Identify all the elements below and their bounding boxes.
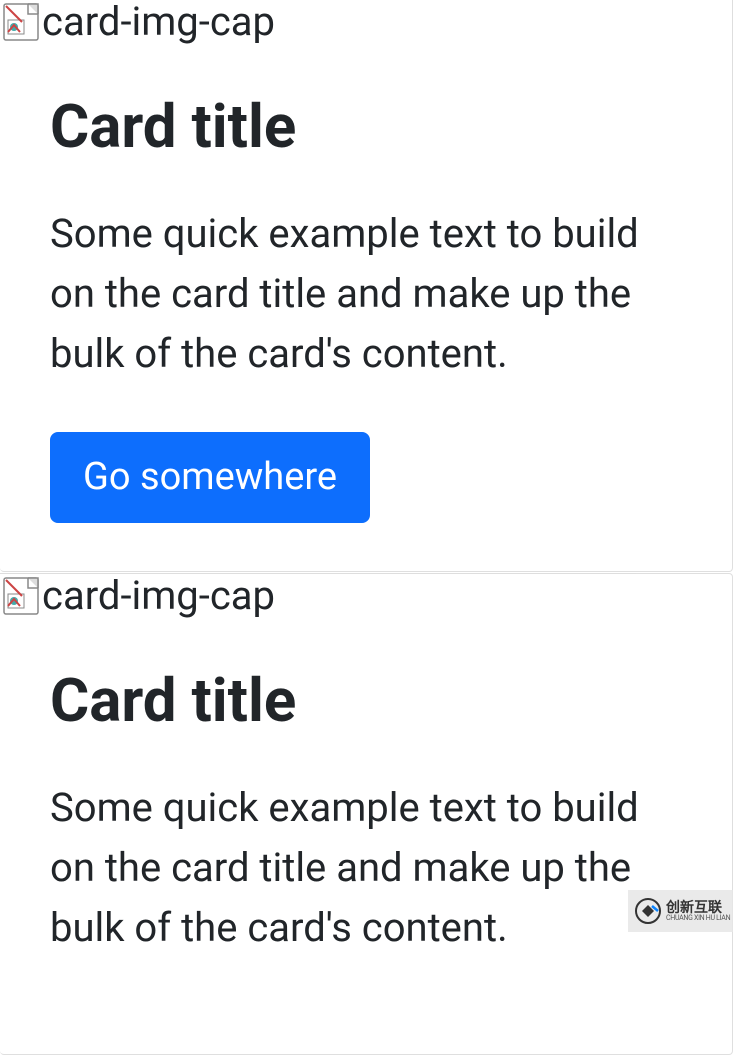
watermark-text-cn: 创新互联: [666, 901, 730, 915]
go-somewhere-button[interactable]: Go somewhere: [50, 432, 370, 523]
card-title: Card title: [50, 94, 682, 160]
card-title: Card title: [50, 668, 682, 734]
broken-image-icon: [2, 576, 40, 616]
card-image-broken: card-img-cap: [0, 0, 732, 46]
card-image-alt-text: card-img-cap: [42, 576, 275, 616]
card-body: Card title Some quick example text to bu…: [0, 620, 732, 1054]
watermark: 创新互联 CHUANG XIN HU LIAN: [628, 890, 733, 932]
card: card-img-cap Card title Some quick examp…: [0, 573, 733, 1055]
broken-image-icon: [2, 2, 40, 42]
card-image-alt-text: card-img-cap: [42, 2, 275, 42]
card-body: Card title Some quick example text to bu…: [0, 46, 732, 571]
watermark-text-en: CHUANG XIN HU LIAN: [666, 915, 730, 922]
watermark-logo-icon: [634, 897, 662, 925]
card-image-broken: card-img-cap: [0, 574, 732, 620]
card: card-img-cap Card title Some quick examp…: [0, 0, 733, 572]
card-text: Some quick example text to build on the …: [50, 204, 682, 384]
card-text: Some quick example text to build on the …: [50, 778, 682, 958]
